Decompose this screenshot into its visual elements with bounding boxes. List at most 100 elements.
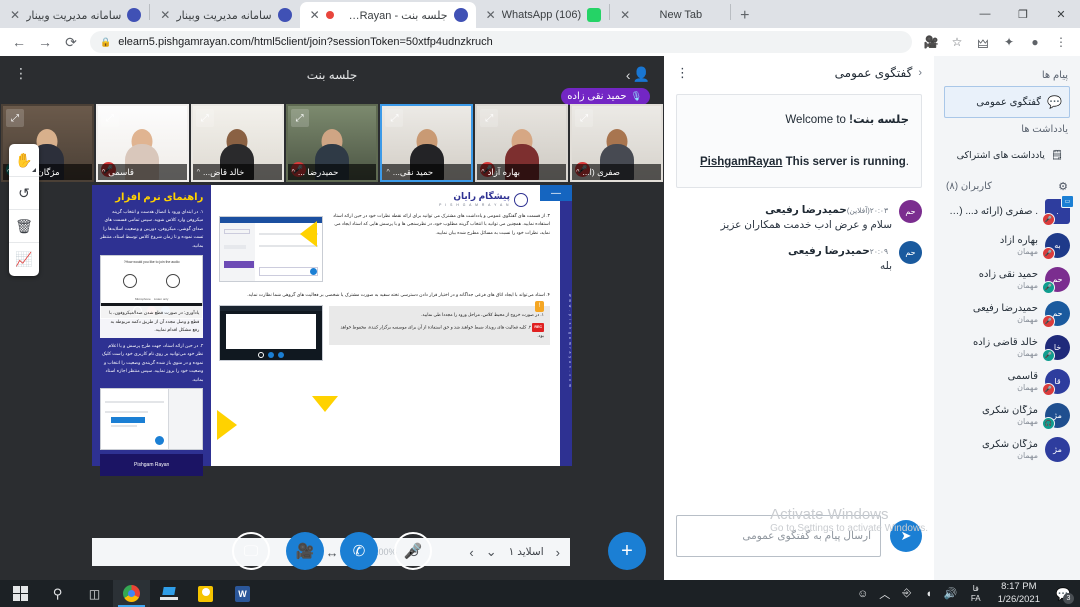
browser-tab[interactable]: New Tab ✕ (610, 2, 730, 28)
active-talker-pill[interactable]: 🎙 حمید نقی زاده (561, 88, 650, 105)
sidebar-item-label: گفتگوی عمومی (976, 96, 1042, 108)
browser-tab-active[interactable]: جلسه بنت - PishgamRayan ✕ (299, 2, 476, 28)
pan-hand-tool[interactable]: ✋ (9, 144, 39, 177)
chat-message: حم ۲۰:۰۳(آفلاین)حمیدرضا رفیعی سلام و عرض… (676, 200, 922, 231)
expand-icon[interactable]: ⤢ (100, 109, 119, 127)
webcam-tile[interactable]: ⤢ 🎤 صفری (ا... ^ (570, 104, 664, 182)
microphone-muted-button[interactable]: 🎤 (394, 532, 432, 570)
welcome-link[interactable]: PishgamRayan (700, 156, 782, 168)
laptop-icon (159, 587, 178, 600)
chat-input[interactable]: ارسال پیام به گفتگوی عمومی (676, 515, 881, 557)
close-icon[interactable]: ✕ (620, 9, 630, 21)
annotation-tool[interactable]: 📈 (9, 243, 39, 276)
close-icon[interactable]: ✕ (486, 9, 496, 21)
search-button[interactable]: ⚲ (39, 580, 76, 607)
volume-icon[interactable]: 🔊 (940, 580, 962, 607)
profile-icon[interactable]: ● (1024, 31, 1046, 53)
user-role: مهمان (1017, 383, 1038, 392)
message-status: (آفلاین) (846, 206, 870, 216)
slide-canvas[interactable]: راهنمای نرم افزار ۱. در ابتدای ورود با ا… (92, 185, 572, 477)
trash-tool[interactable]: 🗑 (9, 210, 39, 243)
list-item[interactable]: خا 🎤 خالد قاضی زاده مهمان (944, 335, 1070, 362)
list-item[interactable]: حم 🎤 حمید نقی زاده مهمان (944, 267, 1070, 294)
list-item[interactable]: مژ 🎧 مژگان شکری مهمان (944, 403, 1070, 430)
maximize-icon[interactable]: ❐ (1004, 0, 1042, 28)
expand-icon[interactable]: ⤢ (480, 109, 499, 127)
whiteboard-tool-palette: ✋ ↺ 🗑 📈 (9, 144, 39, 276)
player-button[interactable] (187, 580, 224, 607)
message-body: ۲۰:۰۹حمیدرضا رفیعی بله (676, 241, 892, 272)
wifi-icon[interactable]: ◖ (918, 580, 940, 607)
browser-tab[interactable]: (106) WhatsApp ✕ (476, 2, 610, 28)
extension-link-icon[interactable]: 🜲 (972, 31, 994, 53)
user-name: خالد قاضی زاده (972, 337, 1038, 348)
list-item[interactable]: قا 🎤 قاسمی مهمان (944, 369, 1070, 396)
list-item[interactable]: . 🎤 ▭ . صفری (ارائه د... (شما) (944, 195, 1074, 226)
minimize-icon[interactable]: — (966, 0, 1004, 28)
expand-icon[interactable]: ⤢ (6, 109, 24, 127)
reload-icon[interactable]: ⟳ (60, 31, 82, 53)
address-bar[interactable]: 🔒 elearn5.pishgamrayan.com/html5client/j… (90, 31, 912, 53)
sidebar-item-shared-notes[interactable]: 🗒 یادداشت های اشتراکی (944, 140, 1070, 170)
close-icon[interactable]: ✕ (10, 9, 20, 21)
list-item[interactable]: مژ مژگان شکری مهمان (944, 437, 1070, 462)
webcam-tile-focused[interactable]: ⤢ حمید نقی... ^ (380, 104, 474, 182)
notification-icon[interactable]: 💬 3 (1048, 580, 1078, 607)
word-button[interactable]: W (224, 580, 261, 607)
new-tab-button[interactable]: + (731, 4, 758, 28)
chat-panel: ‹ گفتگوی عمومی ⋮ جلسه بنت! Welcome to . P… (664, 56, 934, 580)
camera-icon[interactable]: 🎥 (920, 31, 942, 53)
webcam-button[interactable]: 🎥 (286, 532, 324, 570)
send-icon[interactable]: ➤ (890, 520, 922, 552)
user-name: بهاره آزاد (999, 235, 1038, 246)
puzzle-icon[interactable]: ✦ (998, 31, 1020, 53)
browser-tab[interactable]: سامانه مدیریت وبینار ✕ (150, 2, 299, 28)
slide-right-panel: راهنمای نرم افزار ۱. در ابتدای ورود با ا… (92, 185, 212, 477)
browser-tab-bar: سامانه مدیریت وبینار ✕ سامانه مدیریت وبی… (0, 0, 1080, 28)
gear-icon[interactable]: ⚙ (1058, 180, 1068, 193)
message-body: ۲۰:۰۳(آفلاین)حمیدرضا رفیعی سلام و عرض اد… (676, 200, 892, 231)
add-content-button[interactable]: + (608, 532, 646, 570)
kebab-menu-icon[interactable]: ⋮ (1050, 31, 1072, 53)
expand-icon[interactable]: ⤢ (195, 109, 214, 127)
window-close-icon[interactable]: ✕ (1042, 0, 1080, 28)
back-icon[interactable]: ← (8, 31, 30, 53)
browser-tab[interactable]: سامانه مدیریت وبینار ✕ (0, 2, 149, 28)
close-icon[interactable]: ✕ (160, 9, 170, 21)
webcam-tile[interactable]: ⤢ 🎤 قاسمی ^ (95, 104, 189, 182)
expand-icon[interactable]: ⤢ (290, 109, 309, 127)
chevron-up-icon[interactable]: ︿ (874, 580, 896, 607)
sidebar-item-public-chat[interactable]: 💬 گفتگوی عمومی (944, 86, 1070, 118)
webcam-tile[interactable]: ⤢ 🎤 بهاره آزاد ^ (475, 104, 569, 182)
decor-triangle (217, 410, 238, 440)
chevron-up-icon: ^ (386, 168, 390, 176)
start-button[interactable] (2, 580, 39, 607)
users-toggle-caret: ‹ (625, 66, 631, 83)
chat-options-icon[interactable]: ⋮ (676, 66, 689, 79)
people-icon[interactable]: ☺ (852, 580, 874, 607)
clock[interactable]: 8:17 PM 1/26/2021 (990, 581, 1048, 606)
close-icon[interactable]: ✕ (310, 9, 320, 21)
usb-icon[interactable]: ⎆ (896, 580, 918, 607)
screenshare-button[interactable]: 🖵 (232, 532, 270, 570)
webcam-tile[interactable]: ⤢ 🎤 حمیدرضا ... ^ (285, 104, 379, 182)
forward-icon[interactable]: → (34, 31, 56, 53)
webcam-tile[interactable]: ⤢ خالد قاض... ^ (190, 104, 284, 182)
remote-desktop-button[interactable] (150, 580, 187, 607)
list-item[interactable]: حم 🎤 حمیدرضا رفیعی مهمان (944, 301, 1070, 328)
undo-tool[interactable]: ↺ (9, 177, 39, 210)
expand-icon[interactable]: ⤢ (575, 109, 594, 127)
tab-title: جلسه بنت - PishgamRayan (340, 9, 448, 22)
users-toggle-icon[interactable]: ‹ 👤 (626, 66, 650, 83)
chevron-left-icon[interactable]: ‹ (918, 67, 922, 79)
list-item[interactable]: به 🎤 بهاره آزاد مهمان (944, 233, 1070, 260)
language-indicator[interactable]: فا FA (962, 584, 990, 604)
star-icon[interactable]: ☆ (946, 31, 968, 53)
expand-icon[interactable]: ⤢ (385, 109, 404, 127)
leave-audio-button[interactable]: ✆ (340, 532, 378, 570)
task-view-button[interactable]: ◫ (76, 580, 113, 607)
user-name: حمیدرضا رفیعی (972, 303, 1038, 314)
chrome-button[interactable] (113, 580, 150, 607)
users-count-label: کاربران (۸) (946, 181, 992, 192)
lock-icon: 🔒 (100, 36, 112, 47)
